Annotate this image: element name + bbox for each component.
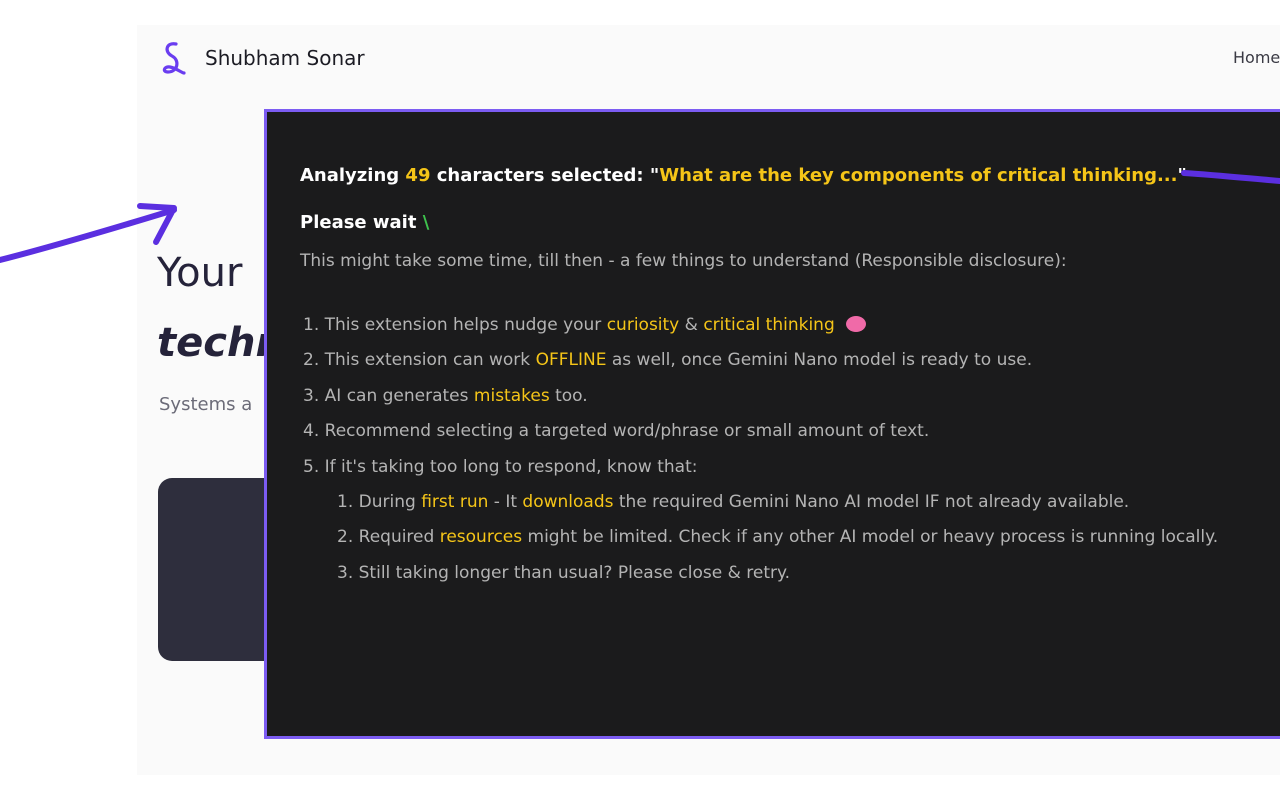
list-item: 1. This extension helps nudge your curio…: [303, 308, 1218, 343]
list-item: 4. Recommend selecting a targeted word/p…: [303, 421, 930, 442]
disclosure-intro: This might take some time, till then - a…: [300, 251, 1067, 271]
annotation-arrow-icon: [0, 203, 177, 263]
annotation-arrow-icon: [1181, 170, 1280, 184]
analysis-popup: Analyzing 49 characters selected: "What …: [264, 109, 1280, 739]
list-item: 2. This extension can work OFFLINE as we…: [303, 350, 1033, 371]
loading-spinner-icon: \: [422, 212, 430, 233]
list-item: 5. If it's taking too long to respond, k…: [303, 456, 698, 477]
analyze-middle: characters selected: ": [436, 165, 660, 186]
selected-text: What are the key components of critical …: [659, 165, 1178, 186]
wait-status: Please wait \: [300, 212, 429, 233]
analyze-status-line: Analyzing 49 characters selected: "What …: [300, 165, 1187, 186]
sub-list-item: 2. Required resources might be limited. …: [337, 527, 1219, 548]
sub-list-item: 3. Still taking longer than usual? Pleas…: [337, 562, 791, 583]
character-count: 49: [405, 165, 431, 186]
brand-name[interactable]: Shubham Sonar: [205, 46, 365, 70]
brain-icon: [846, 316, 867, 332]
list-item: 3. AI can generates mistakes too.: [303, 385, 588, 406]
wait-label: Please wait: [300, 212, 417, 233]
hero-subtitle: Systems a: [159, 394, 253, 415]
disclosure-list: 1. This extension helps nudge your curio…: [303, 308, 1218, 591]
analyze-prefix: Analyzing: [300, 165, 400, 186]
brand-logo-icon[interactable]: [158, 40, 186, 76]
sub-list-item: 1. During first run - It downloads the r…: [337, 492, 1130, 513]
nav-home-link[interactable]: Home: [1233, 48, 1280, 67]
